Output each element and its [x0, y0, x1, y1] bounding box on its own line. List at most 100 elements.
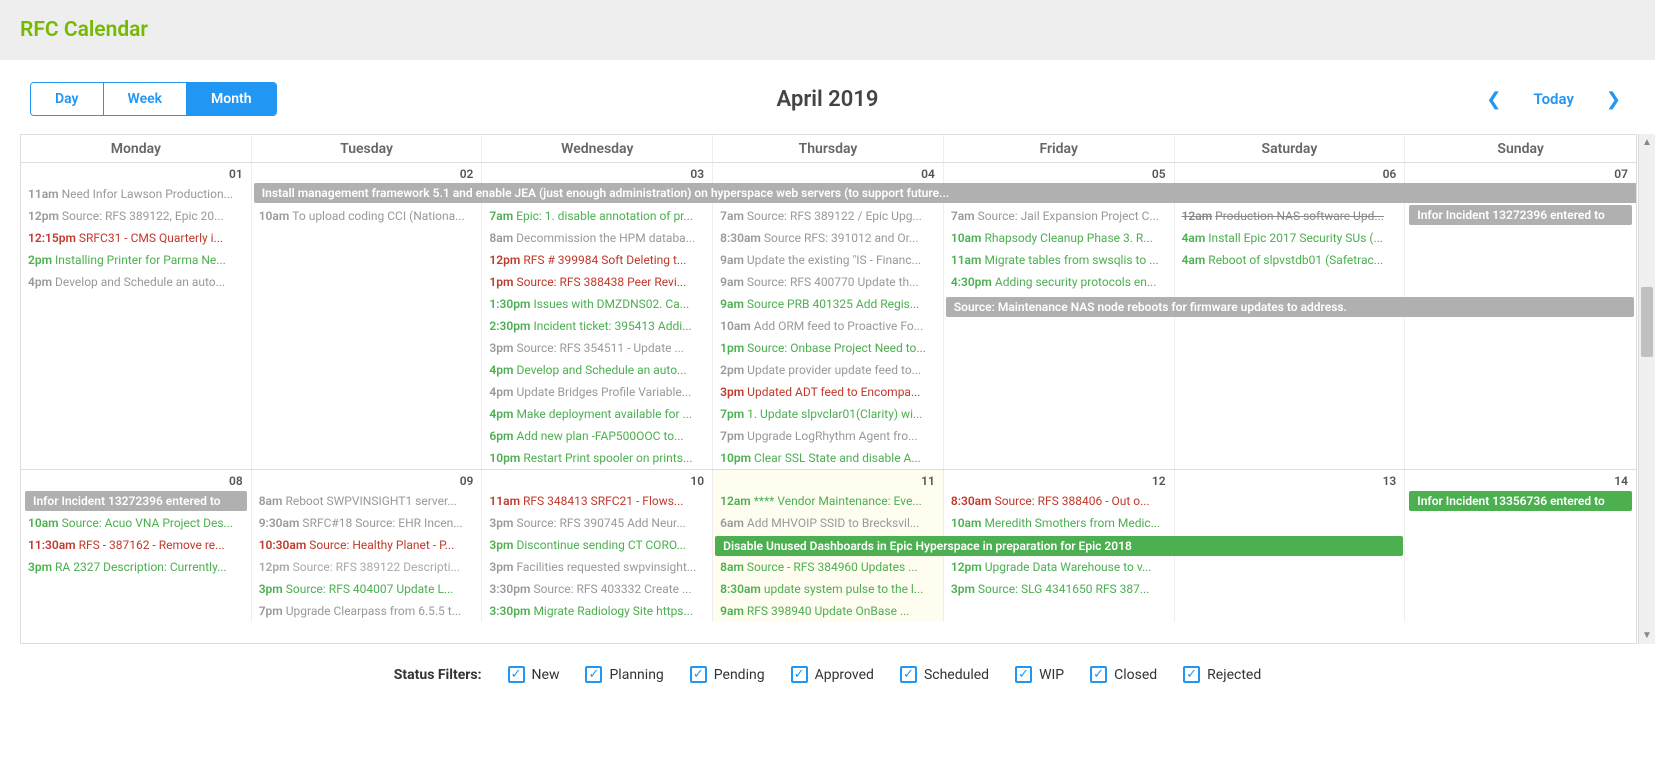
calendar-event[interactable]: 3pmDiscontinue sending CT CORO...: [484, 534, 710, 556]
view-month-button[interactable]: Month: [187, 83, 276, 115]
calendar-event[interactable]: 11amNeed Infor Lawson Production...: [23, 183, 249, 205]
day-cell[interactable]: 08Infor Incident 13272396 entered to10am…: [21, 470, 252, 622]
day-cell[interactable]: 047amSource: RFS 389122 / Epic Upg...8:3…: [713, 163, 944, 469]
multi-day-event[interactable]: Source: Maintenance NAS node reboots for…: [946, 297, 1634, 317]
calendar-event[interactable]: 4amReboot of slpvstdb01 (Safetrac...: [1177, 249, 1403, 271]
calendar-event[interactable]: 10pmClear SSL State and disable A...: [715, 447, 941, 469]
calendar-event[interactable]: 8amReboot SWPVINSIGHT1 server...: [254, 490, 480, 512]
calendar-event[interactable]: 3pmFacilities requested swpvinsight...: [484, 556, 710, 578]
day-cell[interactable]: 037amEpic: 1. disable annotation of pr..…: [482, 163, 713, 469]
filter-planning[interactable]: ✓Planning: [585, 666, 663, 683]
calendar-event[interactable]: 8amSource - RFS 384960 Updates ...: [715, 556, 941, 578]
calendar-event[interactable]: 9:30amSRFC#18 Source: EHR Incen...: [254, 512, 480, 534]
filter-rejected[interactable]: ✓Rejected: [1183, 666, 1261, 683]
calendar-event[interactable]: 3pmRA 2327 Description: Currently...: [23, 556, 249, 578]
day-cell[interactable]: 1011amRFS 348413 SRFC21 - Flows...3pmSou…: [482, 470, 713, 622]
calendar-event[interactable]: 4amInstall Epic 2017 Security SUs (...: [1177, 227, 1403, 249]
all-day-event[interactable]: Infor Incident 13272396 entered to: [25, 491, 247, 511]
calendar-event[interactable]: 3:30pmMigrate Radiology Site https...: [484, 600, 710, 622]
calendar-event[interactable]: 4pmDevelop and Schedule an auto...: [23, 271, 249, 293]
event-time: 10pm: [720, 451, 751, 465]
day-number: 13: [1175, 470, 1405, 490]
filter-approved[interactable]: ✓Approved: [791, 666, 874, 683]
prev-month-icon[interactable]: ❮: [1482, 85, 1505, 114]
day-cell[interactable]: 0111amNeed Infor Lawson Production...12p…: [21, 163, 252, 469]
event-title: Update provider update feed to...: [747, 363, 921, 377]
calendar-event[interactable]: 7pmUpgrade Clearpass from 6.5.5 t...: [254, 600, 480, 622]
day-number: 01: [21, 163, 251, 183]
calendar-event[interactable]: 7amEpic: 1. disable annotation of pr...: [484, 205, 710, 227]
calendar-event[interactable]: 11amRFS 348413 SRFC21 - Flows...: [484, 490, 710, 512]
multi-day-event[interactable]: Install management framework 5.1 and ena…: [254, 183, 1637, 203]
all-day-event[interactable]: Infor Incident 13356736 entered to: [1409, 491, 1632, 511]
calendar-event[interactable]: 12am**** Vendor Maintenance: Eve...: [715, 490, 941, 512]
calendar-event[interactable]: 7pmUpgrade LogRhythm Agent fro...: [715, 425, 941, 447]
calendar-event[interactable]: 3pmSource: RFS 390745 Add Neur...: [484, 512, 710, 534]
next-month-icon[interactable]: ❯: [1602, 85, 1625, 114]
calendar-event[interactable]: 8:30amSource RFS: 391012 and Or...: [715, 227, 941, 249]
calendar-event[interactable]: 10pmRestart Print spooler on prints...: [484, 447, 710, 469]
day-cell[interactable]: 0210amTo upload coding CCI (Nationa...: [252, 163, 483, 469]
filter-wip[interactable]: ✓WIP: [1015, 666, 1064, 683]
calendar-event[interactable]: 8:30amupdate system pulse to the l...: [715, 578, 941, 600]
calendar-event[interactable]: 11:30amRFS - 387162 - Remove re...: [23, 534, 249, 556]
event-time: 3pm: [489, 560, 513, 574]
day-cell[interactable]: 14Infor Incident 13356736 entered to: [1405, 470, 1636, 622]
calendar-event[interactable]: 7pm1. Update slpvclar01(Clarity) wi...: [715, 403, 941, 425]
calendar-event[interactable]: 7amSource: RFS 389122 / Epic Upg...: [715, 205, 941, 227]
calendar-event[interactable]: 9amUpdate the existing "IS - Financ...: [715, 249, 941, 271]
calendar-event[interactable]: 10amRhapsody Cleanup Phase 3. R...: [946, 227, 1172, 249]
calendar-event[interactable]: 8:30amSource: RFS 388406 - Out o...: [946, 490, 1172, 512]
calendar-event[interactable]: 1pmSource: Onbase Project Need to...: [715, 337, 941, 359]
calendar-event[interactable]: 6pmAdd new plan -FAP500OOC to...: [484, 425, 710, 447]
calendar-event[interactable]: 4pmMake deployment available for ...: [484, 403, 710, 425]
calendar-event[interactable]: 10amTo upload coding CCI (Nationa...: [254, 205, 480, 227]
calendar-event[interactable]: 10amAdd ORM feed to Proactive Fo...: [715, 315, 941, 337]
calendar-event[interactable]: 12pmRFS # 399984 Soft Deleting t...: [484, 249, 710, 271]
event-title: SRFC31 - CMS Quarterly i...: [79, 231, 223, 245]
filter-pending[interactable]: ✓Pending: [690, 666, 765, 683]
filter-closed[interactable]: ✓Closed: [1090, 666, 1157, 683]
calendar-event[interactable]: 4pmUpdate Bridges Profile Variable...: [484, 381, 710, 403]
calendar-event[interactable]: 9amSource: RFS 400770 Update th...: [715, 271, 941, 293]
filter-new[interactable]: ✓New: [508, 666, 560, 683]
calendar-event[interactable]: 9amSource PRB 401325 Add Regis...: [715, 293, 941, 315]
calendar-event[interactable]: 2pmUpdate provider update feed to...: [715, 359, 941, 381]
calendar-event[interactable]: 10amMeredith Smothers from Medic...: [946, 512, 1172, 534]
calendar-event[interactable]: 10:30amSource: Healthy Planet - P...: [254, 534, 480, 556]
calendar-event[interactable]: 6amAdd MHVOIP SSID to Brecksvil...: [715, 512, 941, 534]
all-day-event[interactable]: Infor Incident 13272396 entered to: [1409, 205, 1632, 225]
calendar-event[interactable]: 7amSource: Jail Expansion Project C...: [946, 205, 1172, 227]
view-week-button[interactable]: Week: [104, 83, 188, 115]
vertical-scrollbar[interactable]: ▲ ▼: [1638, 134, 1655, 644]
calendar-event[interactable]: 4pmDevelop and Schedule an auto...: [484, 359, 710, 381]
event-time: 12am: [1182, 209, 1213, 223]
filter-scheduled[interactable]: ✓Scheduled: [900, 666, 989, 683]
calendar-event[interactable]: 3pmSource: RFS 404007 Update L...: [254, 578, 480, 600]
event-title: Source: Onbase Project Need to...: [747, 341, 926, 355]
calendar-event[interactable]: 10amSource: Acuo VNA Project Des...: [23, 512, 249, 534]
calendar-event[interactable]: 12pmUpgrade Data Warehouse to v...: [946, 556, 1172, 578]
calendar-event[interactable]: 12pmSource: RFS 389122, Epic 20...: [23, 205, 249, 227]
calendar-event[interactable]: 4:30pmAdding security protocols en...: [946, 271, 1172, 293]
calendar-event[interactable]: 12amProduction NAS software Upd...: [1177, 205, 1403, 227]
calendar-event[interactable]: 12:15pmSRFC31 - CMS Quarterly i...: [23, 227, 249, 249]
calendar-event[interactable]: 3pmUpdated ADT feed to Encompa...: [715, 381, 941, 403]
day-cell[interactable]: 098amReboot SWPVINSIGHT1 server...9:30am…: [252, 470, 483, 622]
day-number: 11: [713, 470, 943, 490]
calendar-event[interactable]: 8amDecommission the HPM databa...: [484, 227, 710, 249]
calendar-event[interactable]: 3pmSource: SLG 4341650 RFS 387...: [946, 578, 1172, 600]
calendar-event[interactable]: 1pmSource: RFS 388438 Peer Revi...: [484, 271, 710, 293]
calendar-event[interactable]: 1:30pmIssues with DMZDNS02. Ca...: [484, 293, 710, 315]
calendar-event[interactable]: 12pmSource: RFS 389122 Descripti...: [254, 556, 480, 578]
view-day-button[interactable]: Day: [31, 83, 104, 115]
calendar-event[interactable]: 3:30pmSource: RFS 403332 Create ...: [484, 578, 710, 600]
today-button[interactable]: Today: [1533, 90, 1573, 108]
calendar-event[interactable]: 11amMigrate tables from swsqlis to ...: [946, 249, 1172, 271]
calendar-event[interactable]: 2pmInstalling Printer for Parma Ne...: [23, 249, 249, 271]
calendar-event[interactable]: 9amRFS 398940 Update OnBase ...: [715, 600, 941, 622]
calendar-event[interactable]: 3pmSource: RFS 354511 - Update ...: [484, 337, 710, 359]
filter-label: Closed: [1114, 667, 1157, 683]
multi-day-event[interactable]: Disable Unused Dashboards in Epic Hypers…: [715, 536, 1403, 556]
calendar-event[interactable]: 2:30pmIncident ticket: 395413 Addi...: [484, 315, 710, 337]
